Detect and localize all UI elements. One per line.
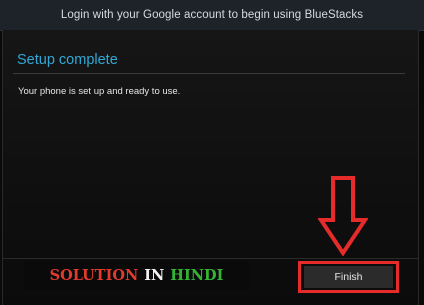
finish-highlight-box: Finish xyxy=(298,261,399,293)
brand-word-hindi: HINDI xyxy=(170,266,224,284)
down-arrow-icon xyxy=(318,176,368,256)
top-banner: Login with your Google account to begin … xyxy=(0,0,424,31)
brand-word-solution: SOLUTION xyxy=(49,266,139,284)
footer-divider xyxy=(3,258,418,259)
finish-button[interactable]: Finish xyxy=(304,266,393,288)
setup-title: Setup complete xyxy=(17,52,118,68)
title-divider xyxy=(13,73,405,74)
brand-word-in: IN xyxy=(144,266,165,284)
watermark-brand: SOLUTION IN HINDI xyxy=(24,260,249,290)
setup-message: Your phone is set up and ready to use. xyxy=(18,86,181,97)
banner-text: Login with your Google account to begin … xyxy=(60,9,364,21)
